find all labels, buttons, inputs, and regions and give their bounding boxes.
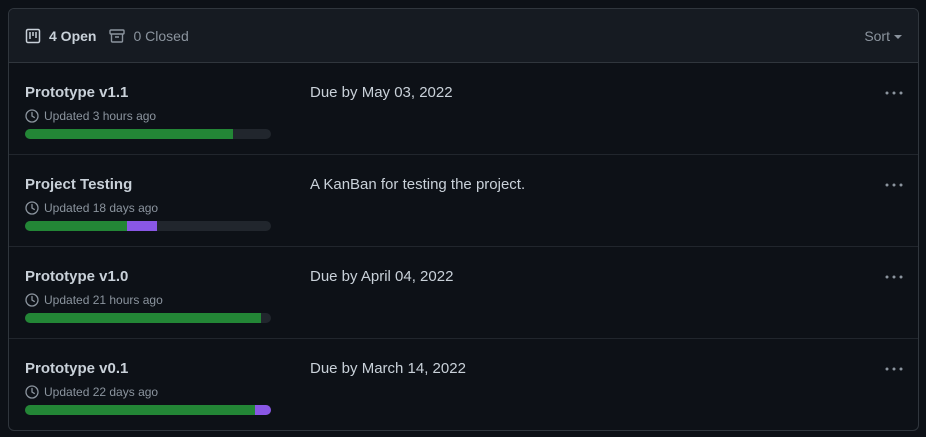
archive-icon bbox=[109, 28, 126, 44]
kebab-menu-icon[interactable] bbox=[884, 177, 904, 193]
progress-done-segment bbox=[25, 221, 128, 231]
open-projects-label: 4 Open bbox=[49, 27, 97, 44]
project-updated-text: Updated 3 hours ago bbox=[44, 109, 157, 123]
project-summary: Prototype v0.1 Updated 22 days ago bbox=[25, 359, 271, 415]
caret-down-icon bbox=[894, 34, 902, 39]
sort-dropdown[interactable]: Sort bbox=[864, 28, 902, 44]
project-progress-bar bbox=[25, 405, 271, 415]
kebab-menu-icon[interactable] bbox=[884, 85, 904, 101]
project-summary: Prototype v1.0 Updated 21 hours ago bbox=[25, 267, 271, 323]
project-title-link[interactable]: Prototype v1.1 bbox=[25, 83, 128, 103]
projects-panel: 4 Open 0 Closed Sort Prototype v1.1 Upda… bbox=[8, 8, 919, 431]
clock-icon bbox=[25, 201, 39, 215]
project-description: A KanBan for testing the project. bbox=[310, 176, 526, 193]
project-updated-text: Updated 21 hours ago bbox=[44, 293, 163, 307]
closed-projects-label: 0 Closed bbox=[133, 27, 189, 44]
sort-label: Sort bbox=[864, 27, 890, 44]
closed-projects-tab[interactable]: 0 Closed bbox=[109, 27, 189, 44]
project-description: Due by March 14, 2022 bbox=[310, 360, 466, 377]
progress-in-progress-segment bbox=[255, 405, 271, 415]
project-row: Prototype v1.0 Updated 21 hours ago Due … bbox=[9, 247, 918, 339]
project-list: Prototype v1.1 Updated 3 hours ago Due b… bbox=[9, 63, 918, 430]
project-description: Due by May 03, 2022 bbox=[310, 84, 453, 101]
project-title-link[interactable]: Prototype v0.1 bbox=[25, 359, 128, 379]
project-progress-bar bbox=[25, 313, 271, 323]
project-updated: Updated 3 hours ago bbox=[25, 108, 271, 124]
project-progress-bar bbox=[25, 129, 271, 139]
clock-icon bbox=[25, 109, 39, 123]
open-projects-tab[interactable]: 4 Open bbox=[25, 28, 96, 44]
project-description: Due by April 04, 2022 bbox=[310, 268, 454, 285]
progress-done-segment bbox=[25, 405, 255, 415]
clock-icon bbox=[25, 293, 39, 307]
progress-done-segment bbox=[25, 313, 262, 323]
project-summary: Project Testing Updated 18 days ago bbox=[25, 175, 271, 231]
project-row: Prototype v0.1 Updated 22 days ago Due b… bbox=[9, 339, 918, 430]
project-row: Project Testing Updated 18 days ago A Ka… bbox=[9, 155, 918, 247]
projects-header: 4 Open 0 Closed Sort bbox=[9, 9, 918, 63]
kebab-menu-icon[interactable] bbox=[884, 361, 904, 377]
project-row: Prototype v1.1 Updated 3 hours ago Due b… bbox=[9, 63, 918, 155]
kebab-menu-icon[interactable] bbox=[884, 269, 904, 285]
progress-in-progress-segment bbox=[127, 221, 157, 231]
clock-icon bbox=[25, 385, 39, 399]
project-progress-bar bbox=[25, 221, 271, 231]
project-updated: Updated 21 hours ago bbox=[25, 292, 271, 308]
project-title-link[interactable]: Prototype v1.0 bbox=[25, 267, 128, 287]
project-updated: Updated 18 days ago bbox=[25, 200, 271, 216]
project-summary: Prototype v1.1 Updated 3 hours ago bbox=[25, 83, 271, 139]
project-updated-text: Updated 18 days ago bbox=[44, 201, 159, 215]
project-updated: Updated 22 days ago bbox=[25, 384, 271, 400]
progress-done-segment bbox=[25, 129, 233, 139]
project-title-link[interactable]: Project Testing bbox=[25, 175, 132, 195]
project-icon bbox=[25, 28, 41, 44]
project-updated-text: Updated 22 days ago bbox=[44, 385, 159, 399]
